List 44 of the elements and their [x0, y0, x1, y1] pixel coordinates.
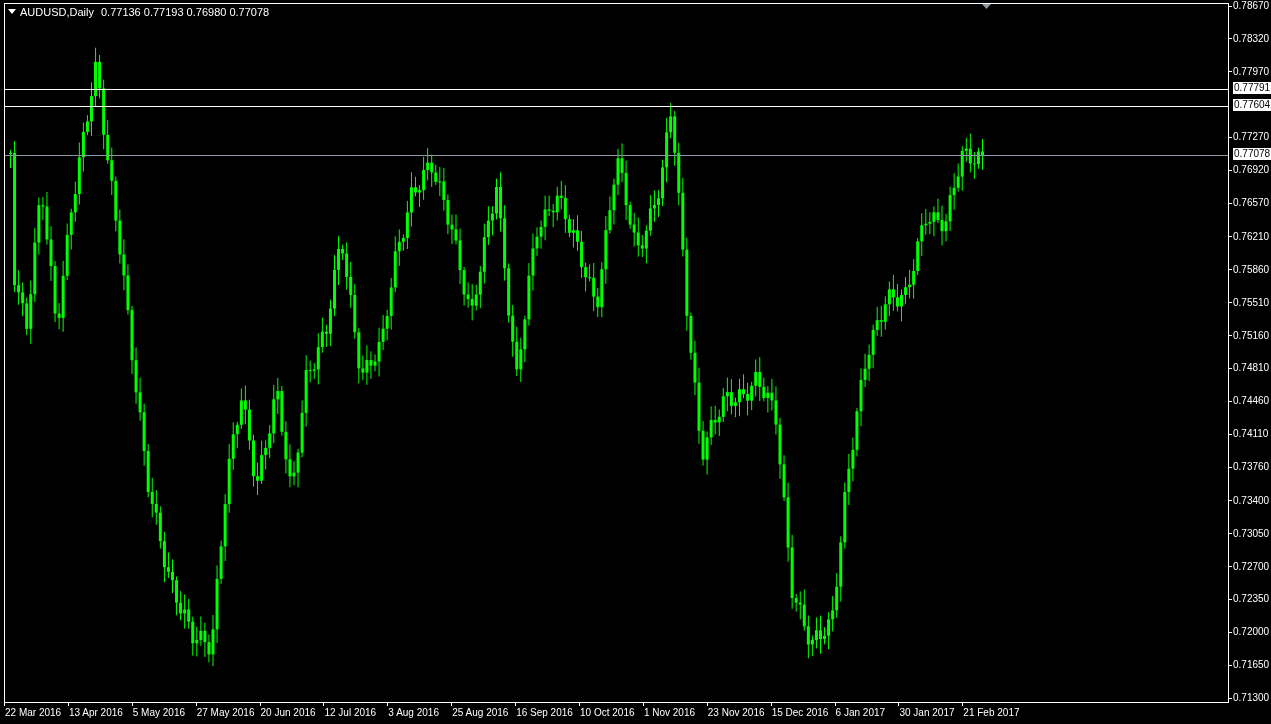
price-label: 0.77270	[1233, 130, 1270, 145]
price-label: 0.77970	[1233, 64, 1270, 79]
price-label: 0.73760	[1233, 460, 1270, 474]
date-label: 1 Nov 2016	[642, 706, 697, 719]
price-level-label: 0.77791	[1233, 81, 1271, 94]
dropdown-triangle-icon[interactable]	[8, 9, 16, 15]
price-label: 0.76920	[1233, 163, 1270, 178]
date-label: 20 Jun 2016	[259, 706, 317, 719]
price-level-label: 0.77078	[1233, 148, 1271, 161]
symbol-label: AUDUSD,Daily	[20, 5, 94, 19]
price-label: 0.73400	[1233, 493, 1270, 508]
price-label: 0.72000	[1233, 625, 1270, 640]
price-quotes: 0.77136 0.77193 0.76980 0.77078	[100, 5, 270, 19]
date-label: 27 May 2016	[195, 706, 256, 719]
date-label: 3 Aug 2016	[387, 706, 440, 719]
price-label: 0.78320	[1233, 31, 1270, 46]
price-level-label: 0.77604	[1233, 99, 1271, 112]
price-label: 0.75160	[1233, 328, 1270, 343]
price-label: 0.78670	[1233, 0, 1270, 13]
date-label: 15 Dec 2016	[770, 706, 830, 719]
price-label: 0.72700	[1233, 559, 1270, 574]
date-label: 6 Jan 2017	[834, 706, 887, 719]
date-label: 12 Jul 2016	[323, 706, 378, 719]
date-label: 25 Aug 2016	[451, 706, 510, 719]
date-label: 10 Oct 2016	[579, 706, 636, 719]
date-label: 22 Mar 2016	[4, 706, 63, 719]
price-label: 0.76210	[1233, 229, 1270, 244]
price-label: 0.74110	[1233, 427, 1269, 442]
date-label: 5 May 2016	[131, 706, 187, 719]
price-label: 0.73050	[1233, 526, 1270, 541]
price-label: 0.72350	[1233, 592, 1270, 607]
price-label: 0.75510	[1233, 295, 1270, 310]
chart-shift-marker-icon[interactable]	[982, 4, 991, 9]
price-label: 0.71300	[1233, 691, 1270, 705]
date-label: 21 Feb 2017	[962, 706, 1021, 719]
price-label: 0.76570	[1233, 196, 1270, 211]
price-label: 0.74810	[1233, 361, 1270, 376]
price-label: 0.74460	[1233, 394, 1270, 409]
price-label: 0.75860	[1233, 262, 1270, 277]
date-label: 30 Jan 2017	[898, 706, 956, 719]
date-label: 16 Sep 2016	[515, 706, 574, 719]
date-label: 13 Apr 2016	[67, 706, 124, 719]
date-label: 23 Nov 2016	[706, 706, 766, 719]
price-label: 0.71650	[1233, 658, 1270, 673]
